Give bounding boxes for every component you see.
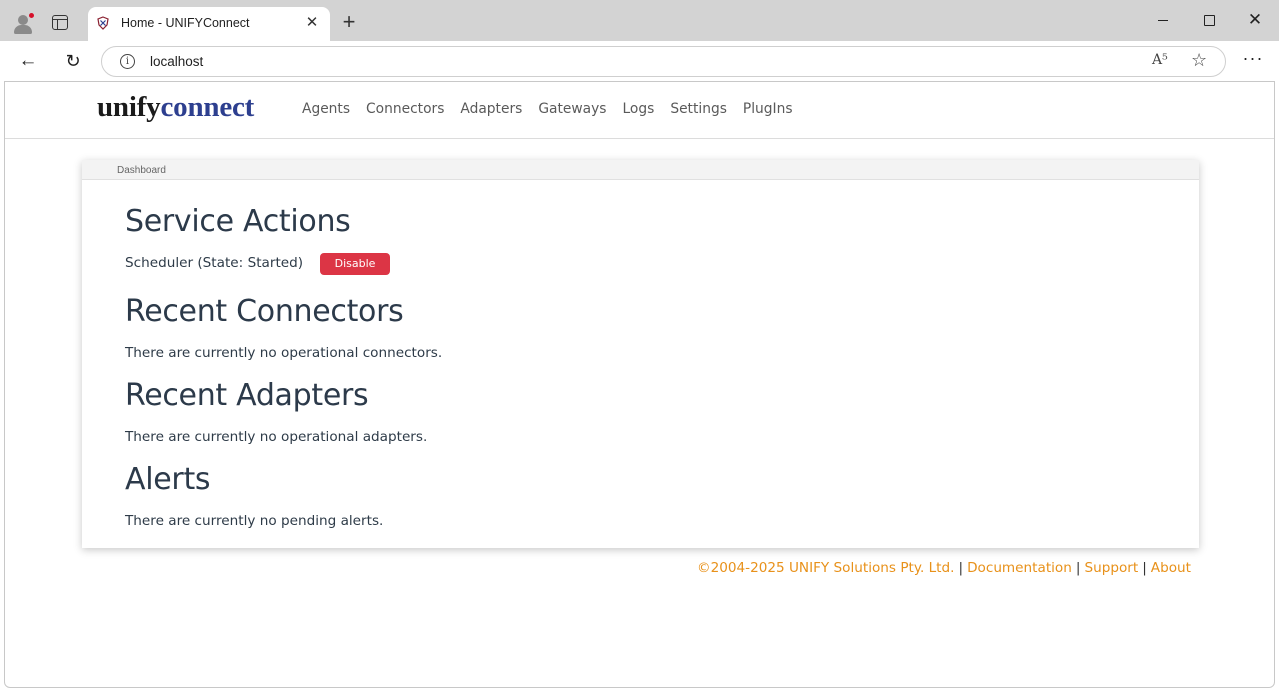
dashboard-card: Dashboard Service Actions Scheduler (Sta…: [82, 160, 1199, 548]
breadcrumb[interactable]: Dashboard: [117, 165, 166, 176]
nav-link-logs[interactable]: Logs: [622, 101, 654, 117]
card-header: Dashboard: [82, 160, 1199, 180]
footer-separator: |: [1075, 560, 1081, 576]
unify-favicon-icon: [97, 16, 109, 30]
documentation-link[interactable]: Documentation: [967, 560, 1072, 576]
window-maximize-button[interactable]: [1199, 10, 1219, 30]
connectors-empty-message: There are currently no operational conne…: [125, 345, 443, 361]
nav-link-connectors[interactable]: Connectors: [366, 101, 444, 117]
profile-avatar-icon[interactable]: [11, 11, 35, 35]
adapters-empty-message: There are currently no operational adapt…: [125, 429, 428, 445]
favorite-star-icon[interactable]: ☆: [1191, 50, 1207, 71]
nav-link-plugins[interactable]: PlugIns: [743, 101, 793, 117]
unifyconnect-logo[interactable]: unifyconnect: [97, 91, 254, 124]
page-footer: ©2004-2025 UNIFY Solutions Pty. Ltd. | Doc…: [697, 560, 1191, 576]
reload-icon[interactable]: ↻: [62, 50, 84, 72]
tab-title: Home - UNIFYConnect: [121, 16, 250, 30]
footer-separator: |: [958, 560, 964, 576]
nav-link-settings[interactable]: Settings: [670, 101, 727, 117]
alerts-empty-message: There are currently no pending alerts.: [125, 513, 384, 529]
about-link[interactable]: About: [1151, 560, 1191, 576]
scheduler-state-label: Scheduler (State: Started): [125, 255, 304, 271]
nav-link-agents[interactable]: Agents: [302, 101, 350, 117]
back-arrow-icon[interactable]: ←: [17, 50, 39, 72]
window-close-button[interactable]: ✕: [1245, 10, 1265, 30]
disable-scheduler-button[interactable]: Disable: [320, 253, 390, 275]
recent-connectors-heading: Recent Connectors: [125, 294, 404, 329]
site-navbar: unifyconnect Agents Connectors Adapters …: [5, 82, 1274, 139]
new-tab-button[interactable]: +: [339, 11, 359, 33]
browser-tab-home[interactable]: Home - UNIFYConnect ✕: [88, 7, 330, 41]
page-viewport: unifyconnect Agents Connectors Adapters …: [4, 81, 1275, 688]
site-info-icon[interactable]: i: [120, 54, 135, 69]
nav-link-adapters[interactable]: Adapters: [460, 101, 522, 117]
service-actions-heading: Service Actions: [125, 204, 351, 239]
nav-link-gateways[interactable]: Gateways: [538, 101, 606, 117]
window-minimize-button[interactable]: [1153, 10, 1173, 30]
tab-close-icon[interactable]: ✕: [304, 15, 320, 31]
read-aloud-icon[interactable]: A⁵: [1152, 52, 1168, 68]
recent-adapters-heading: Recent Adapters: [125, 378, 369, 413]
footer-separator: |: [1142, 560, 1147, 576]
address-bar[interactable]: i localhost A⁵ ☆: [101, 46, 1226, 77]
browser-titlebar: Home - UNIFYConnect ✕ + ✕: [0, 0, 1279, 41]
main-nav: Agents Connectors Adapters Gateways Logs…: [302, 101, 809, 117]
url-text[interactable]: localhost: [150, 54, 203, 69]
more-options-icon[interactable]: ···: [1242, 48, 1264, 69]
copyright-link[interactable]: ©2004-2025 UNIFY Solutions Pty. Ltd.: [697, 560, 955, 576]
support-link[interactable]: Support: [1084, 560, 1138, 576]
alerts-heading: Alerts: [125, 462, 211, 497]
browser-toolbar: ← ↻ i localhost A⁵ ☆ ···: [0, 41, 1279, 81]
tab-actions-icon[interactable]: [52, 15, 68, 30]
